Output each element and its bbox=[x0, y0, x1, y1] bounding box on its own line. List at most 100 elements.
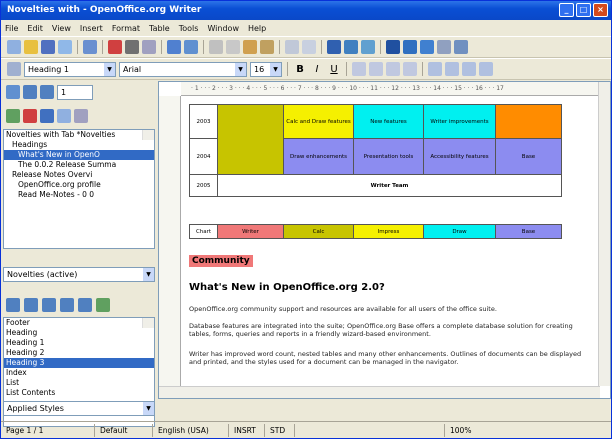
show-draw-functions-icon[interactable] bbox=[361, 40, 375, 54]
status-style[interactable]: Default bbox=[95, 423, 153, 437]
format-paintbrush-icon[interactable] bbox=[260, 40, 274, 54]
underline-button[interactable]: U bbox=[327, 64, 341, 75]
chevron-down-icon[interactable]: ▼ bbox=[143, 268, 154, 281]
table-row-header[interactable]: 2003 bbox=[189, 104, 218, 139]
list-styles-icon[interactable] bbox=[78, 298, 92, 312]
undo-icon[interactable] bbox=[285, 40, 299, 54]
open-folder-icon[interactable] bbox=[24, 40, 38, 54]
cut-icon[interactable] bbox=[209, 40, 223, 54]
promote-chapter-icon[interactable] bbox=[23, 109, 37, 123]
table-row-header[interactable]: Chart bbox=[189, 224, 218, 239]
previous-icon[interactable] bbox=[23, 85, 37, 99]
table-row-header[interactable]: 2004 bbox=[189, 138, 218, 175]
styles-scrollbar[interactable] bbox=[142, 318, 154, 328]
paragraph-style-combo[interactable]: Heading 1 ▼ bbox=[24, 61, 116, 77]
frame-styles-icon[interactable] bbox=[42, 298, 56, 312]
chevron-down-icon[interactable]: ▼ bbox=[143, 402, 154, 415]
bold-button[interactable]: B bbox=[293, 64, 307, 75]
page-number-spinner[interactable]: 1 bbox=[57, 84, 93, 100]
navigator-icon[interactable] bbox=[403, 40, 417, 54]
navigator-scrollbar[interactable] bbox=[142, 130, 154, 140]
styles-filter-combo[interactable]: Applied Styles ▼ bbox=[3, 401, 155, 416]
character-styles-icon[interactable] bbox=[24, 298, 38, 312]
copy-icon[interactable] bbox=[226, 40, 240, 54]
table-cell[interactable]: Accessibility features bbox=[423, 138, 496, 175]
export-pdf-icon[interactable] bbox=[108, 40, 122, 54]
table-cell[interactable]: Base bbox=[495, 138, 562, 175]
minimize-button[interactable]: _ bbox=[559, 3, 574, 17]
tree-item[interactable]: OpenOffice.org profile bbox=[4, 180, 154, 190]
gallery-icon[interactable] bbox=[420, 40, 434, 54]
schedule-table[interactable]: 2003 Calc and Draw features New features… bbox=[189, 104, 562, 239]
edit-file-icon[interactable] bbox=[83, 40, 97, 54]
menu-tools[interactable]: Tools bbox=[179, 24, 199, 33]
table-cell[interactable]: Draw enhancements bbox=[283, 138, 354, 175]
increase-indent-icon[interactable] bbox=[479, 62, 493, 76]
page-preview-icon[interactable] bbox=[142, 40, 156, 54]
whats-new-heading[interactable]: What's New in OpenOffice.org 2.0? bbox=[189, 282, 385, 293]
style-item[interactable]: Heading 2 bbox=[4, 348, 154, 358]
status-insert-mode[interactable]: INSRT bbox=[229, 423, 265, 437]
menu-format[interactable]: Format bbox=[112, 24, 140, 33]
menu-file[interactable]: File bbox=[5, 24, 18, 33]
align-right-icon[interactable] bbox=[386, 62, 400, 76]
font-name-combo[interactable]: Arial ▼ bbox=[119, 61, 247, 77]
menu-table[interactable]: Table bbox=[149, 24, 170, 33]
save-icon[interactable] bbox=[41, 40, 55, 54]
style-item[interactable]: List bbox=[4, 378, 154, 388]
menu-help[interactable]: Help bbox=[248, 24, 266, 33]
paragraph[interactable]: Database features are integrated into th… bbox=[189, 322, 589, 338]
tree-item[interactable]: Novelties with Tab *Novelties bbox=[4, 130, 154, 140]
fill-format-icon[interactable] bbox=[96, 298, 110, 312]
next-icon[interactable] bbox=[40, 85, 54, 99]
paragraph[interactable]: OpenOffice.org community support and res… bbox=[189, 305, 589, 313]
maximize-button[interactable]: □ bbox=[576, 3, 591, 17]
table-cell[interactable]: Writer bbox=[217, 224, 284, 239]
bullets-icon[interactable] bbox=[445, 62, 459, 76]
italic-button[interactable]: I bbox=[310, 64, 324, 75]
drag-mode-icon[interactable] bbox=[6, 109, 20, 123]
close-button[interactable]: × bbox=[593, 3, 608, 17]
tree-item[interactable]: Release Notes Overvi bbox=[4, 170, 154, 180]
status-selection-mode[interactable]: STD bbox=[265, 423, 295, 437]
table-row-header[interactable]: 2005 bbox=[189, 174, 218, 197]
chevron-down-icon[interactable]: ▼ bbox=[235, 62, 246, 76]
numbering-icon[interactable] bbox=[428, 62, 442, 76]
style-item[interactable]: Index bbox=[4, 368, 154, 378]
table-cell[interactable]: Presentation tools bbox=[353, 138, 424, 175]
table-cell[interactable] bbox=[217, 104, 284, 175]
redo-icon[interactable] bbox=[302, 40, 316, 54]
tree-item-selected[interactable]: What's New in OpenO bbox=[4, 150, 154, 160]
table-cell[interactable] bbox=[495, 104, 562, 139]
navigator-tree[interactable]: Novelties with Tab *Novelties Headings W… bbox=[3, 129, 155, 249]
zoom-icon[interactable] bbox=[437, 40, 451, 54]
chevron-down-icon[interactable]: ▼ bbox=[270, 62, 281, 76]
style-item[interactable]: Footer bbox=[4, 318, 154, 328]
table-cell[interactable]: Calc and Draw features bbox=[283, 104, 354, 139]
menu-window[interactable]: Window bbox=[207, 24, 239, 33]
navigator-document-combo[interactable]: Novelties (active) ▼ bbox=[3, 267, 155, 282]
demote-chapter-icon[interactable] bbox=[40, 109, 54, 123]
paragraph[interactable]: Writer has improved word count, nested t… bbox=[189, 350, 589, 366]
paragraph-styles-icon[interactable] bbox=[6, 298, 20, 312]
align-left-icon[interactable] bbox=[352, 62, 366, 76]
table-cell[interactable]: Draw bbox=[423, 224, 496, 239]
horizontal-ruler[interactable]: · 1 · · · 2 · · · 3 · · · 4 · · · 5 · · … bbox=[181, 82, 599, 96]
document-page[interactable]: 2003 Calc and Draw features New features… bbox=[185, 100, 597, 390]
style-item[interactable]: Heading bbox=[4, 328, 154, 338]
table-icon[interactable] bbox=[344, 40, 358, 54]
table-cell[interactable]: Writer improvements bbox=[423, 104, 496, 139]
vertical-ruler[interactable] bbox=[159, 96, 181, 386]
font-size-combo[interactable]: 16 ▼ bbox=[250, 61, 282, 77]
autospell-icon[interactable] bbox=[184, 40, 198, 54]
justify-icon[interactable] bbox=[403, 62, 417, 76]
navigation-toggle-icon[interactable] bbox=[6, 85, 20, 99]
menu-insert[interactable]: Insert bbox=[80, 24, 103, 33]
stylist-icon[interactable] bbox=[7, 62, 21, 76]
list-box-icon[interactable] bbox=[74, 109, 88, 123]
print-icon[interactable] bbox=[125, 40, 139, 54]
status-page[interactable]: Page 1 / 1 bbox=[1, 423, 95, 437]
menu-edit[interactable]: Edit bbox=[27, 24, 43, 33]
tree-item[interactable]: Headings bbox=[4, 140, 154, 150]
table-cell[interactable]: Impress bbox=[353, 224, 424, 239]
